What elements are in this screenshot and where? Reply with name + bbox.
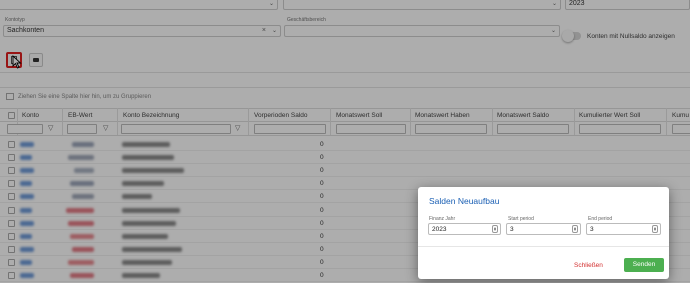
start-period-label: Start period — [508, 216, 534, 222]
spinner-icon[interactable] — [652, 225, 658, 233]
cancel-button[interactable]: Schließen — [574, 262, 603, 269]
finanz-jahr-value: 2023 — [432, 225, 447, 233]
start-period-value: 3 — [510, 225, 514, 233]
spinner-icon[interactable] — [492, 225, 498, 233]
finanz-jahr-label: Finanz Jahr — [429, 216, 456, 222]
salden-neuaufbau-dialog: Salden Neuaufbau Finanz Jahr 2023 Start … — [418, 187, 669, 279]
send-button[interactable]: Senden — [624, 258, 664, 272]
dialog-title: Salden Neuaufbau — [429, 196, 500, 206]
app-window: ⌄ ⌄ 2023 Kontotyp Sachkonten × ⌄ Geschäf… — [0, 0, 690, 283]
end-period-input[interactable]: 3 — [586, 223, 661, 235]
spinner-icon[interactable] — [572, 225, 578, 233]
dialog-divider — [418, 246, 669, 247]
end-period-value: 3 — [590, 225, 594, 233]
end-period-label: End period — [588, 216, 613, 222]
finanz-jahr-input[interactable]: 2023 — [428, 223, 501, 235]
start-period-input[interactable]: 3 — [506, 223, 581, 235]
